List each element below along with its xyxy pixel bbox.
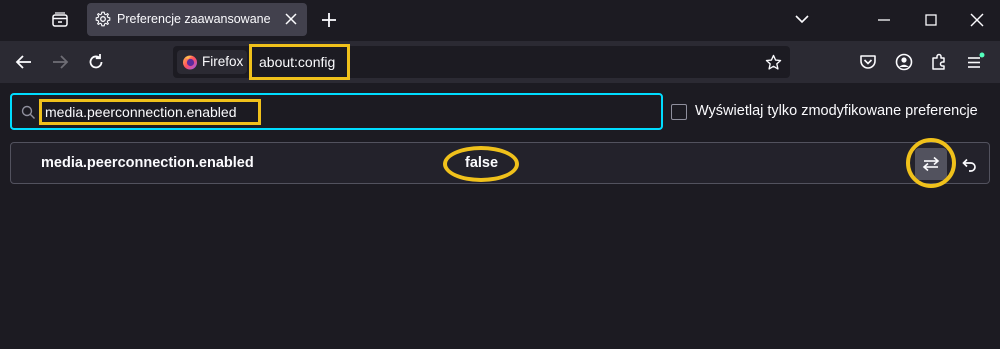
maximize-icon[interactable] bbox=[923, 12, 939, 28]
about-config-page: Wyświetlaj tylko zmodyfikowane preferenc… bbox=[0, 83, 1000, 349]
gear-icon bbox=[95, 11, 111, 27]
show-modified-only-checkbox[interactable] bbox=[671, 104, 687, 120]
search-icon bbox=[21, 105, 35, 119]
app-menu-icon[interactable] bbox=[965, 52, 985, 72]
preference-name: media.peerconnection.enabled bbox=[41, 155, 254, 171]
back-arrow-icon[interactable] bbox=[14, 52, 34, 72]
url-text[interactable]: about:config bbox=[259, 54, 335, 70]
tab-title: Preferencje zaawansowane bbox=[117, 12, 271, 26]
preference-row: media.peerconnection.enabled false bbox=[10, 138, 990, 188]
tab-preferences[interactable]: Preferencje zaawansowane bbox=[87, 3, 307, 36]
search-box[interactable] bbox=[10, 93, 663, 130]
minimize-icon[interactable] bbox=[876, 12, 892, 28]
bookmark-star-icon[interactable] bbox=[765, 54, 782, 71]
undo-icon bbox=[962, 158, 976, 172]
extensions-icon[interactable] bbox=[929, 52, 949, 72]
close-tab-icon[interactable] bbox=[284, 12, 298, 26]
show-modified-only-label[interactable]: Wyświetlaj tylko zmodyfikowane preferenc… bbox=[695, 103, 978, 119]
window-close-icon[interactable] bbox=[968, 11, 986, 29]
reload-icon[interactable] bbox=[86, 52, 106, 72]
tab-manager-button[interactable] bbox=[47, 8, 73, 32]
reset-button[interactable] bbox=[955, 150, 983, 178]
chevron-down-icon[interactable] bbox=[794, 12, 810, 26]
toggle-annotation-circle bbox=[906, 138, 956, 188]
value-annotation-circle bbox=[443, 146, 519, 182]
tab-manager-icon bbox=[52, 12, 68, 27]
address-bar[interactable]: Firefox about:config bbox=[173, 44, 790, 80]
new-tab-icon[interactable] bbox=[320, 11, 338, 29]
firefox-logo-icon bbox=[183, 55, 197, 70]
identity-box[interactable]: Firefox bbox=[177, 50, 247, 74]
identity-label: Firefox bbox=[202, 54, 244, 69]
pocket-icon[interactable] bbox=[858, 52, 878, 72]
search-input[interactable] bbox=[45, 102, 545, 122]
forward-arrow-icon[interactable] bbox=[50, 52, 70, 72]
tab-strip: Preferencje zaawansowane bbox=[0, 0, 1000, 41]
account-icon[interactable] bbox=[894, 52, 914, 72]
navigation-toolbar: Firefox about:config bbox=[0, 41, 1000, 83]
